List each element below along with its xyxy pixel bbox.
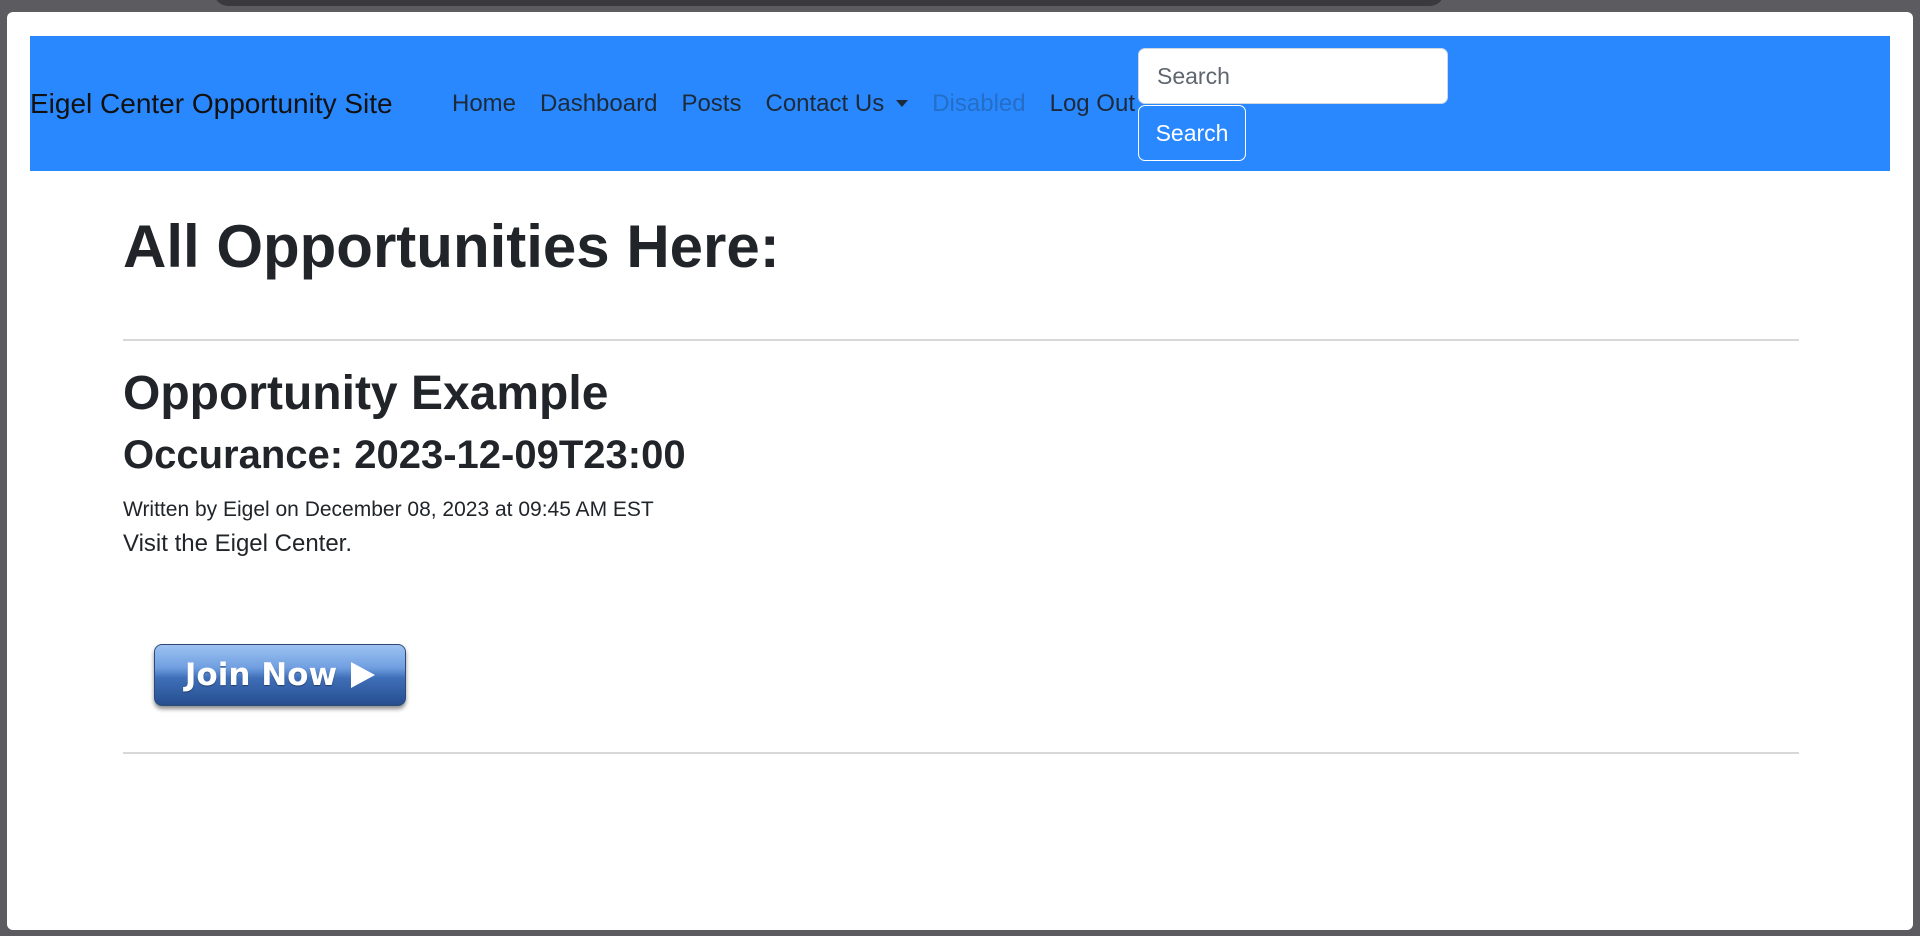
post-body: Visit the Eigel Center.	[123, 530, 353, 557]
nav-link-log-out[interactable]: Log Out	[1050, 90, 1135, 118]
nav-link-label: Disabled	[932, 89, 1026, 117]
post-meta: Written by Eigel on December 08, 2023 at…	[123, 498, 654, 521]
browser-top-bar	[214, 0, 1444, 6]
chevron-down-icon	[896, 100, 909, 107]
nav-link-label: Dashboard	[540, 89, 658, 117]
nav-dropdown-contact-us[interactable]: Contact Us	[765, 89, 909, 118]
nav-links: Home Dashboard Posts Contact Us Disabled…	[452, 36, 1159, 171]
search-button[interactable]: Search	[1138, 105, 1246, 161]
play-arrow-icon	[351, 662, 376, 688]
navbar: Eigel Center Opportunity Site Home Dashb…	[30, 36, 1890, 171]
nav-link-dashboard[interactable]: Dashboard	[540, 90, 657, 118]
post-occurrence: Occurance: 2023-12-09T23:00	[123, 433, 686, 477]
join-now-label: Join Now	[184, 657, 338, 693]
brand-link[interactable]: Eigel Center Opportunity Site	[30, 36, 393, 171]
nav-link-label: Log Out	[1049, 89, 1135, 117]
nav-link-label: Contact Us	[765, 89, 885, 117]
post-title: Opportunity Example	[123, 367, 609, 420]
divider	[123, 752, 1799, 754]
divider	[123, 339, 1799, 341]
nav-link-label: Home	[452, 89, 517, 117]
page-frame: Eigel Center Opportunity Site Home Dashb…	[7, 12, 1913, 930]
nav-link-home[interactable]: Home	[452, 90, 516, 118]
search-input[interactable]	[1138, 48, 1448, 104]
nav-link-posts[interactable]: Posts	[681, 90, 741, 118]
join-now-button[interactable]: Join Now	[154, 644, 406, 706]
nav-link-label: Posts	[681, 89, 742, 117]
nav-link-disabled: Disabled	[932, 90, 1025, 118]
page-title: All Opportunities Here:	[123, 213, 780, 280]
